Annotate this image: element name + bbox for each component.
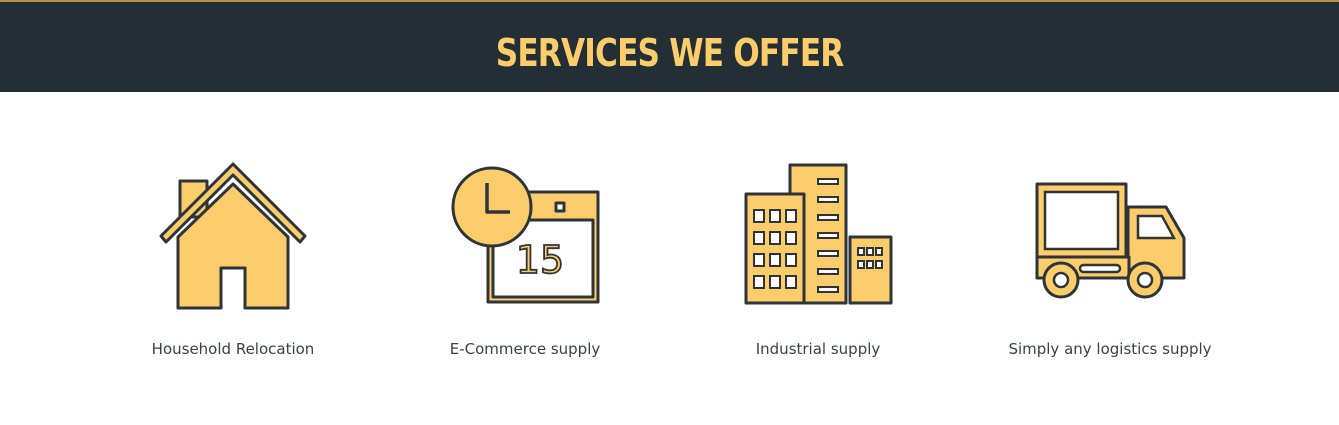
section-header: SERVICES WE OFFER bbox=[0, 0, 1339, 92]
calendar-day: 15 bbox=[516, 238, 564, 282]
buildings-icon bbox=[744, 163, 893, 305]
house-icon bbox=[159, 162, 307, 310]
clock-calendar-icon: 15 bbox=[451, 166, 600, 304]
service-industrial-supply: Industrial supply bbox=[688, 150, 948, 370]
service-logistics-supply: Simply any logistics supply bbox=[980, 150, 1240, 370]
service-label: E-Commerce supply bbox=[449, 340, 601, 358]
service-label: Industrial supply bbox=[755, 340, 881, 358]
section-title: SERVICES WE OFFER bbox=[495, 31, 845, 75]
service-label: Household Relocation bbox=[151, 340, 315, 358]
service-e-commerce-supply: 15 E-Commerce supply bbox=[395, 150, 655, 370]
delivery-truck-icon bbox=[1035, 182, 1186, 299]
service-household-relocation: Household Relocation bbox=[103, 150, 363, 370]
service-label: Simply any logistics supply bbox=[1008, 340, 1212, 358]
